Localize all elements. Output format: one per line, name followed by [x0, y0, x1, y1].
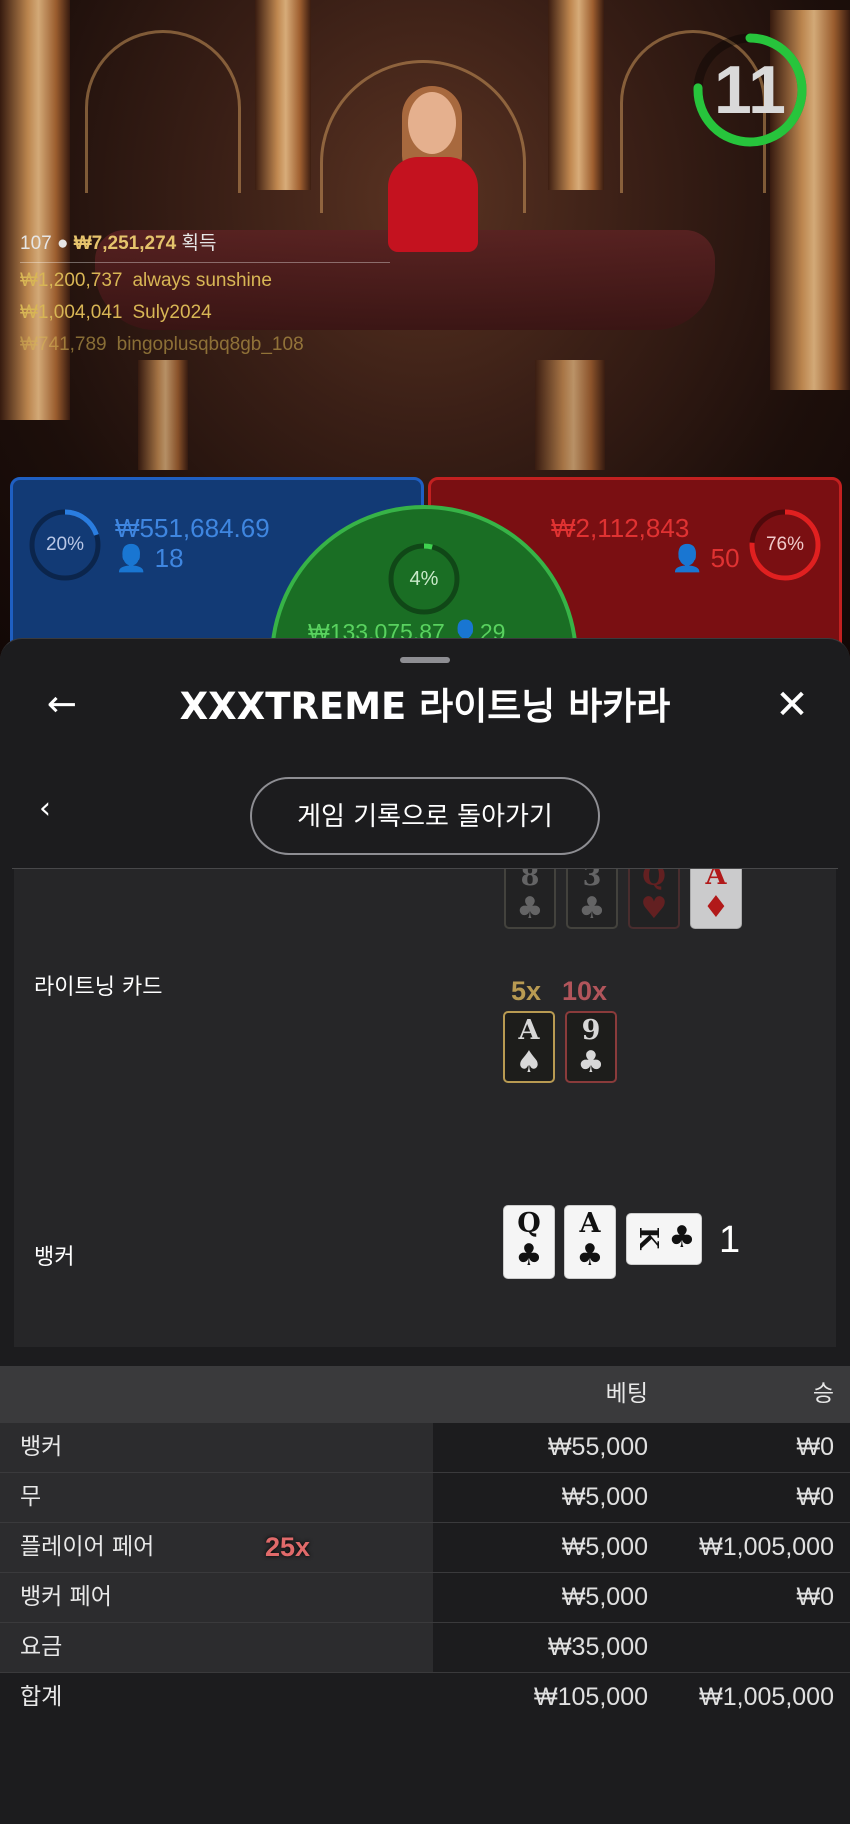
table-row: 플레이어 페어 25x ₩5,000 ₩1,005,000 — [0, 1523, 850, 1573]
winners-list: 107 ● ₩7,251,274 획득 ₩1,200,737 always sun… — [20, 228, 390, 361]
bet-type: 요금 — [0, 1623, 433, 1672]
person-icon: ● — [56, 233, 69, 254]
back-to-history-button[interactable]: 게임 기록으로 돌아가기 — [250, 777, 600, 855]
playing-card: 8 ♣ — [504, 869, 556, 929]
banker-card: A ♣ — [564, 1205, 616, 1279]
win-amount: ₩0 — [796, 1483, 835, 1511]
bet-amount: ₩35,000 — [547, 1633, 648, 1661]
playing-card: 3 ♣ — [566, 869, 618, 929]
lightning-card: A ♠ — [503, 1011, 555, 1083]
winner-amount: ₩741,789 — [20, 334, 107, 355]
sheet-title: XXXTREME 라이트닝 바카라 — [179, 685, 671, 728]
player-count: 👤 18 — [115, 543, 184, 574]
win-amount: ₩1,005,000 — [699, 1533, 834, 1561]
winner-name: Suly2024 — [132, 302, 212, 323]
win-amount: ₩0 — [796, 1433, 835, 1461]
win-amount: ₩0 — [796, 1583, 835, 1611]
banker-count-value: 50 — [710, 543, 740, 573]
table-total-row: 합계 ₩105,000 ₩1,005,000 — [0, 1673, 850, 1722]
winners-divider — [20, 262, 390, 263]
lightning-multiplier: 10x — [562, 976, 608, 1006]
bet-type: 플레이어 페어 — [0, 1523, 433, 1572]
banker-hand-label: 뱅커 — [34, 1245, 75, 1270]
tie-percent: 4% — [409, 568, 439, 590]
back-arrow-icon[interactable]: ← — [40, 683, 84, 727]
bet-amount: ₩5,000 — [561, 1533, 648, 1561]
total-win: ₩1,005,000 — [699, 1683, 834, 1711]
bet-amount: ₩5,000 — [561, 1583, 648, 1611]
table-row: 무 ₩5,000 ₩0 — [0, 1473, 850, 1523]
table-row: 요금 ₩35,000 — [0, 1623, 850, 1673]
sheet-grabber[interactable] — [400, 657, 450, 663]
winner-amount: ₩1,200,737 — [20, 270, 123, 291]
bet-type: 뱅커 페어 — [0, 1573, 433, 1622]
winners-summary: 107 ● ₩7,251,274 획득 — [20, 228, 390, 260]
winner-name: always sunshine — [132, 270, 272, 291]
total-bet: ₩105,000 — [534, 1683, 648, 1711]
studio-pillar — [138, 360, 188, 470]
game-history-sheet: ← XXXTREME 라이트닝 바카라 ✕ ‹ 게임 기록으로 돌아가기 8 ♣ … — [0, 638, 850, 1824]
playing-card: A ♦ — [690, 869, 742, 929]
player-count-value: 18 — [154, 543, 184, 573]
banker-hand-total: 1 — [719, 1219, 741, 1261]
lightning-card: 9 ♣ — [565, 1011, 617, 1083]
banker-card: Q ♣ — [503, 1205, 555, 1279]
table-row: 뱅커 페어 ₩5,000 ₩0 — [0, 1573, 850, 1623]
lightning-cards-label: 라이트닝 카드 — [34, 975, 163, 1000]
winner-row: ₩1,004,041 Suly2024 — [20, 297, 390, 329]
studio-pillar — [535, 360, 605, 470]
banker-amount: ₩2,112,843 — [551, 513, 690, 543]
table-row: 뱅커 ₩55,000 ₩0 — [0, 1423, 850, 1473]
chevron-left-icon[interactable]: ‹ — [30, 789, 60, 829]
bet-type: 뱅커 — [0, 1423, 433, 1472]
win-amount — [648, 1623, 834, 1672]
multiplier-badge: 25x — [265, 1532, 311, 1562]
winner-count: 107 — [20, 233, 52, 254]
banker-percent-ring: 76% — [745, 505, 825, 585]
total-label: 합계 — [20, 1684, 63, 1710]
column-header-bet: 베팅 — [605, 1381, 648, 1407]
studio-arch — [85, 30, 241, 193]
tie-percent-ring: 4% — [384, 539, 464, 619]
player-percent-ring: 20% — [25, 505, 105, 585]
bet-amount: ₩55,000 — [547, 1433, 648, 1461]
timer-seconds: 11 — [714, 52, 786, 128]
person-icon: 👤 — [115, 543, 148, 573]
bet-amount: ₩5,000 — [561, 1483, 648, 1511]
bets-table: 베팅 승 뱅커 ₩55,000 ₩0 무 ₩5,000 ₩0 플레이어 페어 2… — [0, 1366, 850, 1722]
table-header-row: 베팅 승 — [0, 1366, 850, 1423]
person-icon: 👤 — [671, 543, 704, 573]
column-header-win: 승 — [812, 1381, 834, 1407]
banker-count: 👤 50 — [671, 543, 740, 574]
dealer — [388, 86, 478, 252]
winner-row: ₩1,200,737 always sunshine — [20, 265, 390, 297]
round-detail-panel: 8 ♣ 3 ♣ Q ♥ A ♦ 라이트닝 카드 5x 10x A ♠ 9 ♣ 뱅커 Q ♣ A… — [14, 869, 836, 1347]
winners-total: ₩7,251,274 — [73, 233, 177, 254]
bet-type: 무 — [0, 1473, 433, 1522]
winners-suffix: 획득 — [181, 233, 217, 254]
countdown-timer: 11 — [690, 30, 820, 160]
player-percent: 20% — [45, 534, 85, 555]
player-amount: ₩551,684.69 — [115, 513, 270, 543]
winner-amount: ₩1,004,041 — [20, 302, 123, 323]
playing-card: Q ♥ — [628, 869, 680, 929]
studio-pillar — [255, 0, 311, 190]
banker-card-sideways: K ♣ — [626, 1213, 702, 1265]
close-icon[interactable]: ✕ — [770, 683, 814, 727]
winner-row: ₩741,789 bingoplusqbq8gb_108 — [20, 329, 390, 361]
winner-name: bingoplusqbq8gb_108 — [116, 334, 304, 355]
lightning-multiplier: 5x — [511, 976, 542, 1006]
studio-pillar — [548, 0, 604, 190]
banker-percent: 76% — [765, 534, 805, 555]
